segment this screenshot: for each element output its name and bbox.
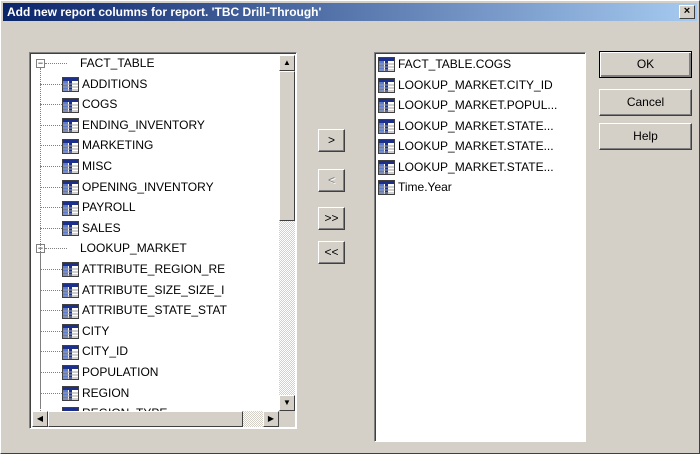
selected-column-item[interactable]: LOOKUP_MARKET.STATE... bbox=[378, 158, 554, 177]
table-column-icon bbox=[62, 365, 79, 381]
tree-column-node[interactable]: SALES bbox=[62, 219, 121, 238]
tree-column-node[interactable]: CITY_ID bbox=[62, 342, 128, 361]
tree-column-node[interactable]: REGION bbox=[62, 384, 129, 403]
table-column-icon bbox=[62, 262, 79, 278]
table-column-icon bbox=[62, 200, 79, 216]
table-column-icon bbox=[62, 179, 79, 195]
table-column-icon bbox=[62, 97, 79, 113]
table-column-icon bbox=[62, 344, 79, 360]
dialog-title: Add new report columns for report. 'TBC … bbox=[7, 5, 322, 19]
tree-column-label: SALES bbox=[82, 220, 121, 235]
tree-column-label: ATTRIBUTE_STATE_STAT bbox=[82, 303, 227, 318]
tree-vertical-scrollbar[interactable]: ▲ ▼ bbox=[279, 55, 295, 411]
table-column-icon bbox=[378, 57, 395, 73]
tree-group-label: LOOKUP_MARKET bbox=[80, 241, 187, 256]
table-column-icon bbox=[62, 159, 79, 175]
table-column-icon bbox=[62, 221, 79, 237]
selected-column-label: LOOKUP_MARKET.STATE... bbox=[398, 159, 554, 174]
horizontal-scroll-thumb[interactable] bbox=[48, 411, 243, 427]
tree-column-node[interactable]: PAYROLL bbox=[62, 198, 136, 217]
selected-column-item[interactable]: LOOKUP_MARKET.POPUL... bbox=[378, 96, 557, 115]
table-column-icon bbox=[378, 118, 395, 134]
remove-column-button[interactable]: < bbox=[318, 169, 345, 192]
tree-column-label: CITY_ID bbox=[82, 344, 129, 359]
table-column-icon bbox=[378, 77, 395, 93]
scroll-up-button[interactable]: ▲ bbox=[279, 55, 295, 71]
selected-column-label: LOOKUP_MARKET.STATE... bbox=[398, 118, 554, 133]
table-column-icon bbox=[378, 159, 395, 175]
tree-column-label: OPENING_INVENTORY bbox=[82, 179, 214, 194]
selected-column-label: Time.Year bbox=[398, 180, 452, 194]
tree-column-label: POPULATION bbox=[82, 365, 159, 379]
title-bar[interactable]: Add new report columns for report. 'TBC … bbox=[3, 3, 697, 21]
scrollbar-corner bbox=[279, 411, 295, 427]
selected-column-item[interactable]: LOOKUP_MARKET.STATE... bbox=[378, 117, 554, 136]
cancel-button[interactable]: Cancel bbox=[599, 89, 692, 116]
selected-column-item[interactable]: Time.Year bbox=[378, 178, 452, 197]
tree-column-label: MISC bbox=[82, 159, 112, 173]
close-button[interactable]: × bbox=[679, 5, 695, 19]
tree-column-label: ATTRIBUTE_REGION_RE bbox=[82, 262, 226, 276]
available-columns-tree[interactable]: − FACT_TABLE ADDITIONS COGS ENDING_INVENTORY… bbox=[29, 52, 297, 429]
tree-column-label: ADDITIONS bbox=[82, 76, 148, 91]
table-column-icon bbox=[62, 76, 79, 92]
table-column-icon bbox=[62, 118, 79, 134]
vertical-scroll-thumb[interactable] bbox=[279, 71, 295, 221]
tree-column-node[interactable]: CITY bbox=[62, 322, 109, 341]
help-button[interactable]: Help bbox=[599, 123, 692, 150]
tree-expander[interactable]: − bbox=[36, 59, 45, 68]
selected-column-label: LOOKUP_MARKET.STATE... bbox=[398, 139, 554, 153]
scroll-right-button[interactable]: ▶ bbox=[263, 411, 279, 427]
table-column-icon bbox=[62, 385, 79, 401]
tree-column-label: REGION bbox=[82, 385, 130, 400]
ok-button[interactable]: OK bbox=[599, 51, 692, 78]
table-column-icon bbox=[378, 139, 395, 155]
tree-column-label: COGS bbox=[82, 97, 118, 112]
tree-horizontal-scrollbar[interactable]: ◀ ▶ bbox=[32, 411, 279, 427]
tree-column-label: PAYROLL bbox=[82, 200, 136, 215]
tree-column-node[interactable]: POPULATION bbox=[62, 363, 158, 382]
tree-column-label: ENDING_INVENTORY bbox=[82, 117, 205, 132]
add-all-columns-button[interactable]: >> bbox=[318, 207, 345, 230]
table-column-icon bbox=[62, 138, 79, 154]
tree-column-label: ATTRIBUTE_SIZE_SIZE_I bbox=[82, 282, 225, 297]
tree-group-node[interactable]: FACT_TABLE bbox=[80, 54, 154, 73]
tree-column-node[interactable]: COGS bbox=[62, 95, 117, 114]
scroll-down-button[interactable]: ▼ bbox=[279, 395, 295, 411]
tree-column-node[interactable]: ATTRIBUTE_REGION_RE bbox=[62, 260, 225, 279]
scroll-left-button[interactable]: ◀ bbox=[32, 411, 48, 427]
selected-column-label: LOOKUP_MARKET.CITY_ID bbox=[398, 77, 553, 92]
table-column-icon bbox=[378, 180, 395, 196]
add-column-button[interactable]: > bbox=[318, 129, 345, 152]
remove-all-columns-button[interactable]: << bbox=[318, 241, 345, 264]
dialog-window: Add new report columns for report. 'TBC … bbox=[0, 0, 700, 454]
selected-columns-list[interactable]: FACT_TABLE.COGS LOOKUP_MARKET.CITY_ID LOOK… bbox=[374, 52, 586, 442]
table-column-icon bbox=[378, 98, 395, 114]
selected-column-label: FACT_TABLE.COGS bbox=[398, 57, 512, 71]
tree-column-node[interactable]: ENDING_INVENTORY bbox=[62, 116, 205, 135]
selected-column-item[interactable]: LOOKUP_MARKET.STATE... bbox=[378, 137, 554, 156]
tree-column-node[interactable]: ATTRIBUTE_SIZE_SIZE_I bbox=[62, 281, 224, 300]
tree-column-node[interactable]: MISC bbox=[62, 157, 112, 176]
tree-column-label: CITY bbox=[82, 323, 110, 338]
tree-column-node[interactable]: ATTRIBUTE_STATE_STAT bbox=[62, 301, 227, 320]
table-column-icon bbox=[62, 324, 79, 340]
table-column-icon bbox=[62, 282, 79, 298]
tree-group-label: FACT_TABLE bbox=[80, 56, 155, 70]
selected-column-label: LOOKUP_MARKET.POPUL... bbox=[398, 98, 558, 112]
tree-group-node[interactable]: LOOKUP_MARKET bbox=[80, 239, 187, 258]
tree-column-node[interactable]: MARKETING bbox=[62, 136, 153, 155]
tree-column-node[interactable]: OPENING_INVENTORY bbox=[62, 178, 214, 197]
tree-column-node[interactable]: ADDITIONS bbox=[62, 75, 147, 94]
table-column-icon bbox=[62, 303, 79, 319]
selected-column-item[interactable]: FACT_TABLE.COGS bbox=[378, 55, 511, 74]
selected-column-item[interactable]: LOOKUP_MARKET.CITY_ID bbox=[378, 76, 553, 95]
tree-column-label: MARKETING bbox=[82, 138, 154, 153]
